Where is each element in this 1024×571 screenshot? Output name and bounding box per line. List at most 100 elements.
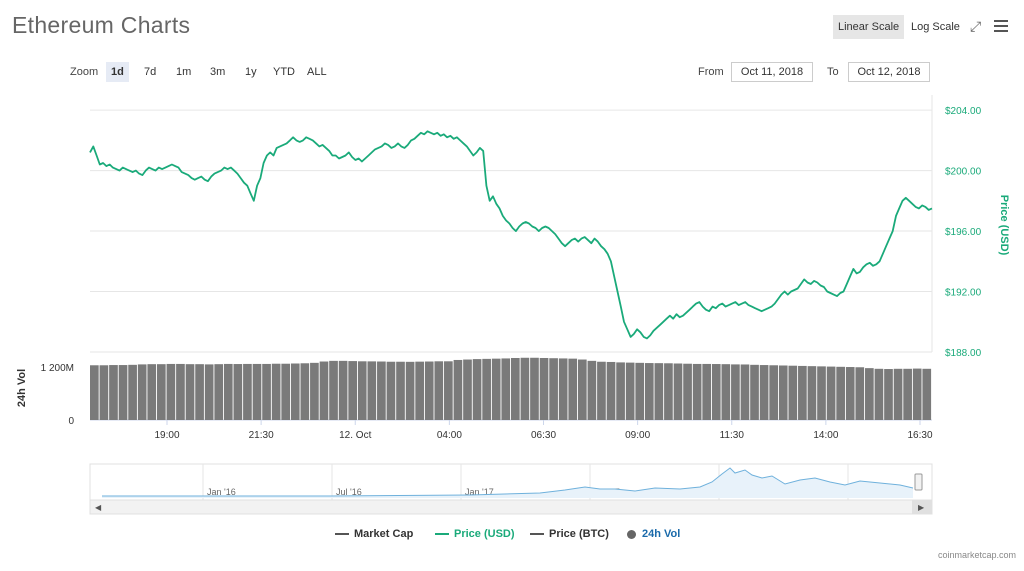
volume-bar [558,358,568,420]
volume-tick-label: 1 200M [41,363,74,374]
volume-bar [223,363,233,420]
legend-vol-label: 24h Vol [642,528,681,540]
x-tick-label: 04:00 [437,430,462,441]
volume-bar [166,363,176,420]
volume-bar [568,358,578,420]
legend-price-btc[interactable]: Price (BTC) [530,528,609,540]
volume-bar [855,367,865,420]
price-tick-label: $188.00 [945,348,982,359]
volume-bar [798,365,807,420]
volume-bar [788,365,798,420]
volume-bar [836,366,845,420]
volume-bar [597,361,606,420]
volume-bar [204,364,214,420]
legend-24h-vol[interactable]: 24h Vol [627,528,680,540]
legend-market-cap[interactable]: Market Cap [335,528,413,540]
volume-bar [692,363,702,420]
volume-bar [386,361,396,420]
x-tick-label: 11:30 [720,430,745,441]
price-btc-legend-icon [530,533,544,535]
volume-bar [778,365,788,420]
scroll-left-arrow-icon[interactable]: ◀ [95,503,102,512]
volume-bar [147,364,157,420]
volume-bar [310,362,319,420]
x-tick-label: 16:30 [907,430,932,441]
x-tick-label: 14:00 [813,430,838,441]
volume-bar [587,360,597,420]
volume-bar [654,363,664,420]
x-tick-label: 06:30 [531,430,556,441]
volume-bar [511,357,520,420]
volume-bar [922,368,932,420]
volume-bar [109,365,118,420]
volume-bar [845,367,855,420]
volume-bar [616,362,625,420]
volume-bar [357,361,367,420]
volume-bar [530,357,539,420]
volume-bar [290,363,300,420]
volume-bar [625,362,635,420]
x-tick-label: 12. Oct [339,430,371,441]
volume-bar [711,364,721,420]
volume-bar [750,364,759,420]
volume-bar [367,361,377,420]
legend-market-cap-label: Market Cap [354,528,414,540]
x-tick-label: 21:30 [249,430,274,441]
volume-bar [644,363,654,420]
volume-bar [664,363,673,420]
volume-bar [348,361,358,420]
volume-bar [874,368,884,420]
price-tick-label: $200.00 [945,167,982,178]
volume-bar [577,359,587,420]
volume-bar [683,363,692,420]
source-credit: coinmarketcap.com [937,550,1016,560]
volume-bar [759,365,769,420]
volume-bar [539,357,549,420]
volume-bar [377,361,386,420]
volume-bar [520,357,530,420]
legend-price-usd-label: Price (USD) [454,528,515,540]
volume-tick-label: 0 [68,416,74,427]
volume-bar [405,361,415,420]
volume-bar [453,359,463,420]
volume-bar [491,358,501,420]
volume-bar [731,364,740,420]
volume-bar [252,363,262,420]
market-cap-legend-icon [335,533,349,535]
volume-bar [195,364,204,420]
volume-bar [128,364,137,420]
volume-bar [233,364,243,420]
volume-bar [176,363,185,420]
volume-axis-label: 24h Vol [16,369,28,407]
price-axis-label: Price (USD) [998,195,1010,256]
volume-bar [721,364,731,420]
price-usd-series-line [89,130,933,340]
volume-bar [606,361,616,420]
volume-bar [243,363,252,420]
volume-bar [300,363,310,420]
volume-bar [415,361,424,420]
price-usd-legend-icon [435,533,449,535]
volume-bar [912,368,922,420]
legend-price-usd[interactable]: Price (USD) [435,528,515,540]
volume-bar [807,366,817,420]
volume-bar [769,365,779,420]
volume-bar [434,361,444,420]
navigator-handle[interactable] [914,473,923,491]
volume-bar [281,363,291,420]
volume-bar [90,365,99,420]
legend-price-btc-label: Price (BTC) [549,528,609,540]
volume-bar [118,365,128,420]
price-chart[interactable]: $204.00 $200.00 $196.00 $192.00 $188.00 1 20… [0,0,1024,520]
volume-bar [702,363,712,420]
volume-bar [444,361,453,420]
navigator-scrollbar[interactable] [89,499,933,515]
volume-bar [137,364,147,420]
volume-bar [214,364,224,420]
volume-bar [673,363,683,420]
x-tick-label: 19:00 [154,430,179,441]
volume-bar [903,368,912,420]
scroll-right-arrow-icon[interactable]: ▶ [918,503,925,512]
volume-bar [817,366,826,420]
volume-bar [396,361,405,420]
